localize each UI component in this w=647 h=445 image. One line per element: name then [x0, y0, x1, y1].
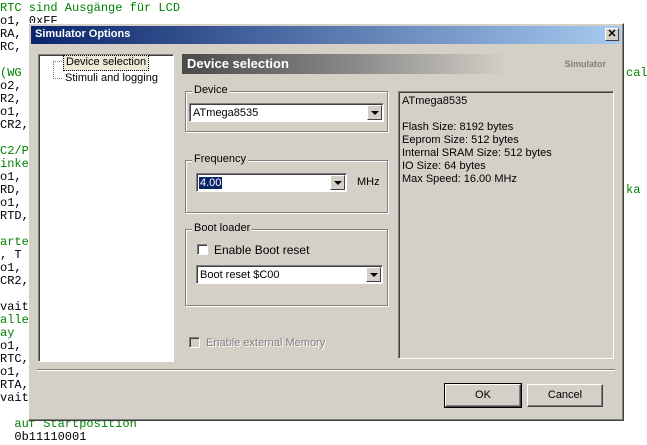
tree-connector	[53, 61, 54, 79]
cancel-button[interactable]: Cancel	[527, 384, 603, 407]
dialog-titlebar[interactable]: Simulator Options ✕	[31, 26, 621, 44]
device-select[interactable]: ATmega8535	[189, 103, 384, 122]
info-eeprom-size: Eeprom Size: 512 bytes	[402, 134, 519, 146]
frequency-input[interactable]: 4.00	[196, 173, 347, 192]
divider	[37, 369, 615, 371]
enable-boot-reset-checkbox[interactable]	[197, 244, 208, 255]
frequency-value: 4.00	[199, 177, 223, 189]
bootloader-legend: Boot loader	[192, 222, 253, 234]
chevron-down-icon[interactable]	[366, 267, 381, 282]
device-group: Device ATmega8535	[185, 84, 388, 132]
frequency-unit: MHz	[357, 176, 380, 188]
device-info-panel: ATmega8535 Flash Size: 8192 bytes Eeprom…	[398, 91, 614, 359]
device-legend: Device	[192, 84, 230, 96]
close-icon: ✕	[607, 28, 617, 40]
close-button[interactable]: ✕	[605, 28, 619, 41]
dialog-title: Simulator Options	[35, 28, 131, 40]
code-line: 0b11110001	[0, 430, 87, 444]
device-select-value: ATmega8535	[193, 107, 259, 119]
chevron-down-icon[interactable]	[367, 105, 382, 120]
boot-reset-value: Boot reset $C00	[200, 269, 280, 281]
code-line: CR2,	[0, 118, 29, 132]
tree-item-stimuli-and-logging[interactable]: Stimuli and logging	[63, 71, 160, 85]
info-max-speed: Max Speed: 16.00 MHz	[402, 173, 517, 185]
code-line: vait	[0, 391, 29, 405]
enable-external-memory-label[interactable]: Enable external Memory	[206, 337, 325, 349]
boot-reset-select[interactable]: Boot reset $C00	[196, 265, 383, 284]
code-line: RC,	[0, 40, 22, 54]
frequency-legend: Frequency	[192, 153, 248, 165]
bootloader-group: Boot loader Enable Boot reset Boot reset…	[185, 222, 388, 306]
code-line: CR2,	[0, 274, 29, 288]
chevron-down-icon[interactable]	[330, 175, 345, 190]
section-subtitle: Simulator	[564, 59, 606, 69]
code-fragment: ka	[626, 183, 641, 197]
info-sram-size: Internal SRAM Size: 512 bytes	[402, 147, 552, 159]
ok-button[interactable]: OK	[444, 383, 522, 408]
code-line: RTD,	[0, 209, 29, 223]
code-fragment: cal	[626, 66, 647, 80]
frequency-group: Frequency 4.00 MHz	[185, 153, 388, 213]
info-device-name: ATmega8535	[402, 95, 468, 107]
simulator-options-dialog: Simulator Options ✕ Device selection Sti…	[28, 23, 624, 421]
section-title: Device selection	[187, 56, 289, 71]
section-header: Device selection Simulator	[182, 54, 616, 74]
enable-external-memory-checkbox[interactable]	[189, 337, 200, 348]
tree-connector	[53, 78, 62, 79]
info-flash-size: Flash Size: 8192 bytes	[402, 121, 514, 133]
info-io-size: IO Size: 64 bytes	[402, 160, 486, 172]
options-tree[interactable]: Device selection Stimuli and logging	[38, 54, 174, 362]
enable-boot-reset-label[interactable]: Enable Boot reset	[214, 243, 309, 257]
tree-connector	[53, 61, 62, 62]
tree-item-device-selection[interactable]: Device selection	[63, 55, 150, 71]
